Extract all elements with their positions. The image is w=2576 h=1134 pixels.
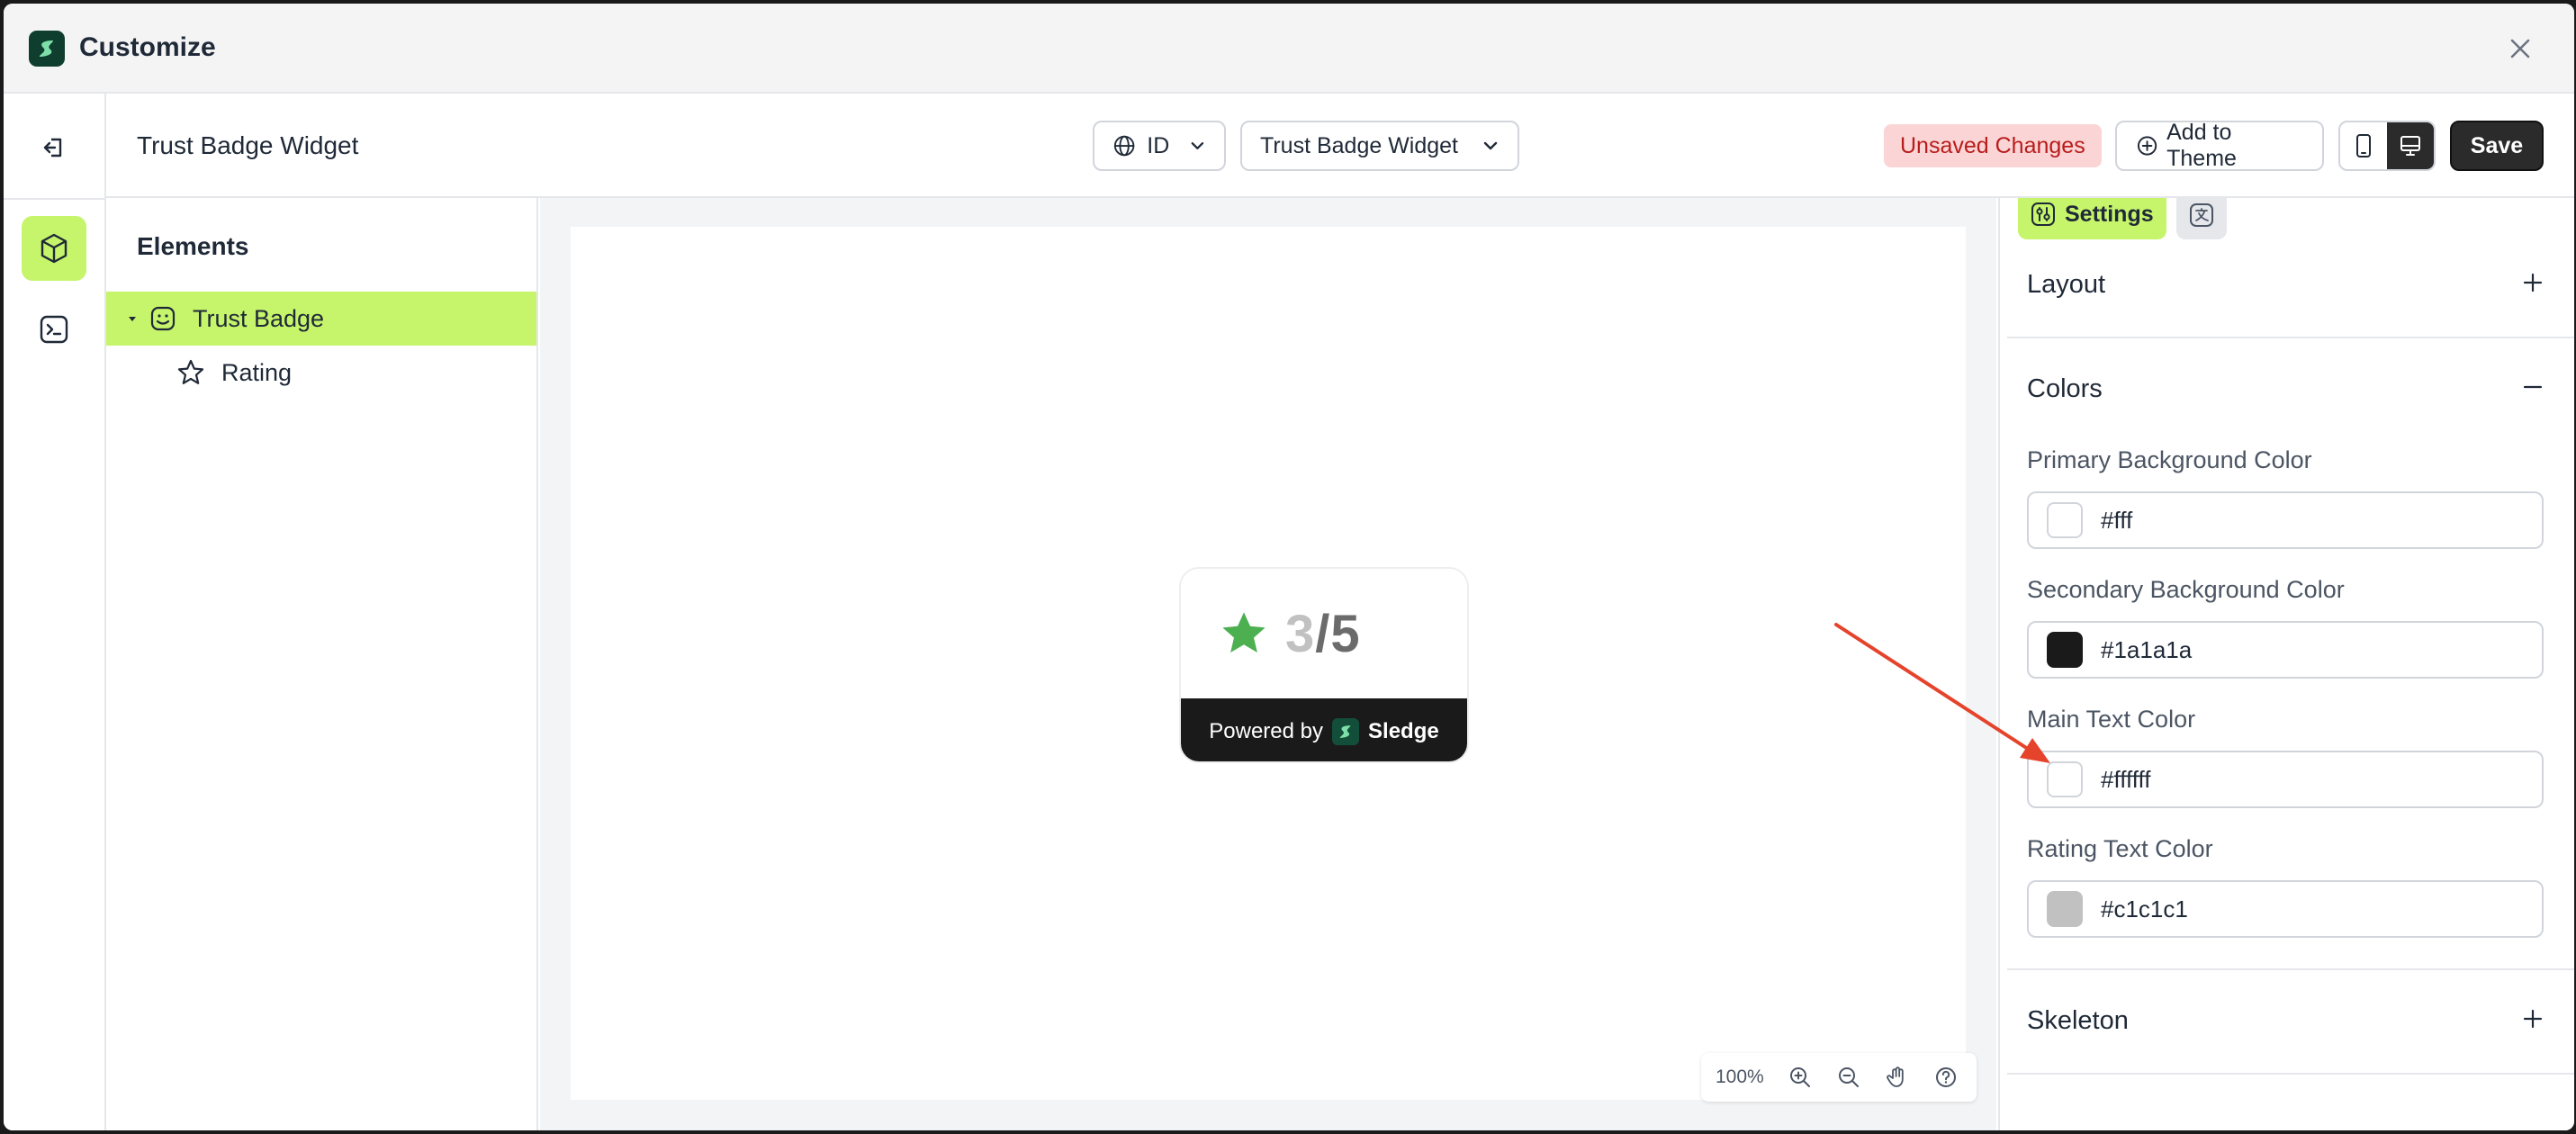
add-to-theme-label: Add to Theme — [2166, 120, 2237, 171]
rating-separator: / — [1315, 604, 1331, 663]
tab-settings-label: Settings — [2065, 201, 2154, 227]
section-divider — [2007, 1073, 2574, 1075]
code-terminal-icon[interactable] — [22, 297, 86, 362]
rating-current: 3 — [1285, 604, 1316, 663]
tab-translate[interactable] — [2176, 198, 2227, 239]
main-text-color-swatch[interactable] — [2047, 761, 2083, 797]
plus-circle-icon — [2137, 136, 2157, 156]
canvas-area: 3/5 Powered by Sledge 100% — [540, 198, 1996, 1130]
section-divider — [2007, 337, 2574, 338]
editor-header: Trust Badge Widget ID Trust Badge Widget… — [106, 94, 2574, 198]
expand-plus-icon[interactable] — [2518, 1004, 2547, 1033]
main-text-color-input[interactable]: #ffffff — [2027, 751, 2544, 808]
elements-cube-icon[interactable] — [22, 216, 86, 281]
tree-item-trust-badge[interactable]: Trust Badge — [106, 292, 536, 346]
exit-icon[interactable] — [32, 126, 76, 169]
language-value: ID — [1147, 132, 1170, 158]
zoom-level: 100% — [1716, 1066, 1764, 1087]
tree-item-label: Trust Badge — [193, 304, 325, 332]
chevron-down-icon — [1191, 142, 1204, 149]
rating-value: 3/5 — [1285, 604, 1361, 664]
help-icon[interactable] — [1928, 1059, 1964, 1095]
title-bar: Customize — [4, 4, 2574, 94]
tree-item-rating[interactable]: Rating — [106, 346, 536, 400]
powered-by-text: Powered by — [1209, 719, 1324, 743]
rail-divider — [4, 198, 106, 200]
primary-bg-color-input[interactable]: #fff — [2027, 491, 2544, 549]
elements-panel: Elements Trust Badge Rating — [106, 198, 538, 1130]
unsaved-changes-badge: Unsaved Changes — [1884, 124, 2102, 167]
close-icon[interactable] — [2502, 31, 2538, 67]
zoom-out-icon[interactable] — [1831, 1059, 1867, 1095]
settings-sliders-icon — [2031, 202, 2055, 226]
star-filled-icon — [1222, 612, 1265, 652]
save-button[interactable]: Save — [2450, 121, 2544, 171]
caret-down-icon — [129, 317, 136, 321]
zoom-in-icon[interactable] — [1782, 1059, 1818, 1095]
section-colors-title[interactable]: Colors — [2027, 374, 2103, 404]
primary-bg-color-swatch[interactable] — [2047, 502, 2083, 538]
window-title: Customize — [79, 32, 216, 62]
main-text-color-value: #ffffff — [2101, 765, 2151, 793]
zoom-toolbar: 100% — [1701, 1053, 1977, 1102]
preview-canvas: 3/5 Powered by Sledge 100% — [571, 227, 1977, 1102]
secondary-bg-color-value: #1a1a1a — [2101, 635, 2193, 663]
secondary-bg-color-swatch[interactable] — [2047, 632, 2083, 668]
rating-total: 5 — [1330, 604, 1361, 663]
left-rail — [4, 94, 106, 1130]
widget-select[interactable]: Trust Badge Widget — [1240, 121, 1519, 171]
widget-rating-row: 3/5 — [1181, 569, 1467, 698]
widget-select-value: Trust Badge Widget — [1260, 132, 1459, 158]
section-skeleton-title[interactable]: Skeleton — [2027, 1006, 2129, 1036]
primary-bg-color-value: #fff — [2101, 506, 2133, 534]
sledge-mini-logo-icon — [1332, 718, 1360, 745]
section-layout-title[interactable]: Layout — [2027, 270, 2105, 300]
rating-text-color-input[interactable]: #c1c1c1 — [2027, 880, 2544, 938]
collapse-minus-icon[interactable] — [2518, 373, 2547, 401]
tree-item-label: Rating — [221, 358, 293, 386]
settings-panel: Settings Layout Colors Primary Backgroun… — [1998, 198, 2574, 1130]
star-outline-icon — [177, 359, 204, 384]
add-to-theme-button[interactable]: Add to Theme — [2115, 120, 2324, 171]
secondary-bg-color-input[interactable]: #1a1a1a — [2027, 621, 2544, 679]
tab-settings[interactable]: Settings — [2018, 198, 2166, 239]
secondary-bg-color-label: Secondary Background Color — [2027, 576, 2345, 603]
desktop-view-icon[interactable] — [2387, 122, 2434, 169]
primary-bg-color-label: Primary Background Color — [2027, 446, 2312, 473]
rating-text-color-label: Rating Text Color — [2027, 835, 2213, 862]
section-divider — [2007, 968, 2574, 970]
brand-name: Sledge — [1368, 719, 1439, 743]
elements-title: Elements — [137, 232, 249, 260]
expand-plus-icon[interactable] — [2518, 268, 2547, 297]
mobile-view-icon[interactable] — [2340, 122, 2387, 169]
powered-by-bar: Powered by Sledge — [1181, 698, 1467, 761]
main-text-color-label: Main Text Color — [2027, 706, 2196, 733]
language-select[interactable]: ID — [1093, 121, 1226, 171]
translate-icon — [2190, 203, 2213, 227]
sledge-logo-icon — [29, 31, 65, 67]
device-toggle — [2338, 121, 2436, 171]
rating-text-color-swatch[interactable] — [2047, 891, 2083, 927]
chevron-down-icon — [1483, 141, 1498, 150]
trust-badge-widget[interactable]: 3/5 Powered by Sledge — [1179, 567, 1469, 763]
rating-text-color-value: #c1c1c1 — [2101, 895, 2188, 922]
page-title: Trust Badge Widget — [137, 131, 359, 159]
customize-window: Customize Trust Badge Widget ID Trust Ba… — [4, 4, 2574, 1130]
globe-icon — [1113, 135, 1135, 157]
hand-pan-icon[interactable] — [1879, 1059, 1915, 1095]
badge-icon — [150, 306, 176, 331]
